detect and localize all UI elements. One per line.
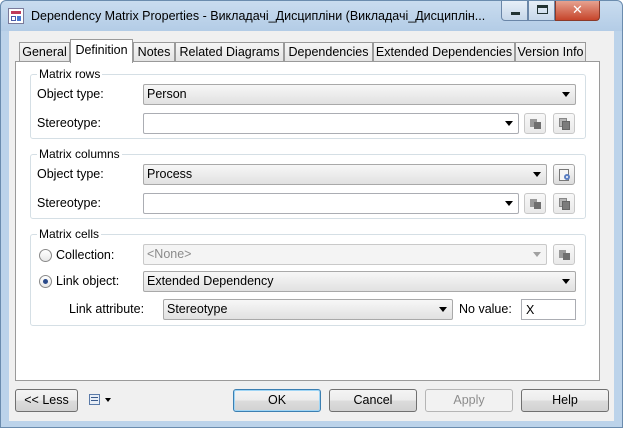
chevron-down-icon — [505, 201, 513, 206]
help-button[interactable]: Help — [521, 389, 609, 412]
tab-definition[interactable]: Definition — [70, 39, 133, 63]
no-value-text: X — [526, 303, 535, 317]
chevron-down-icon — [439, 307, 447, 312]
definition-panel: Matrix rows Object type: Person Stereoty… — [15, 61, 600, 381]
link-attribute-label: Link attribute: — [69, 302, 145, 316]
matrix-rows-title: Matrix rows — [37, 67, 103, 81]
matrix-columns-title: Matrix columns — [37, 147, 122, 161]
window-title: Dependency Matrix Properties - Викладачі… — [31, 9, 486, 23]
chevron-down-icon — [533, 252, 541, 257]
rows-stereotype-label: Stereotype: — [37, 116, 101, 130]
columns-stereotype-properties-button[interactable] — [524, 193, 546, 214]
rows-stereotype-combo[interactable] — [143, 113, 519, 134]
chevron-down-icon — [105, 398, 111, 402]
matrix-cells-title: Matrix cells — [37, 227, 102, 241]
chevron-down-icon — [505, 121, 513, 126]
tab-notes[interactable]: Notes — [133, 42, 175, 62]
matrix-columns-group: Matrix columns Object type: Process Ster… — [30, 147, 586, 219]
columns-object-type-browse-button[interactable] — [553, 164, 575, 185]
link-object-select[interactable]: Extended Dependency — [143, 271, 576, 292]
close-button[interactable]: ✕ — [555, 1, 600, 21]
link-attribute-select[interactable]: Stereotype — [163, 299, 453, 320]
columns-object-type-value: Process — [147, 167, 193, 181]
maximize-icon — [537, 5, 548, 14]
collection-label: Collection: — [56, 248, 115, 262]
tab-related-diagrams[interactable]: Related Diagrams — [175, 42, 284, 62]
dependency-matrix-icon — [8, 8, 24, 24]
minimize-icon — [511, 12, 520, 15]
less-button[interactable]: << Less — [15, 389, 78, 412]
list-icon — [89, 394, 100, 405]
tab-extended-dependencies[interactable]: Extended Dependencies — [373, 42, 515, 62]
no-value-field[interactable]: X — [521, 299, 576, 320]
maximize-button[interactable] — [528, 1, 555, 21]
collection-select[interactable]: <None> — [143, 244, 547, 265]
rows-stereotype-properties-button[interactable] — [524, 113, 546, 134]
dialog-client: General Definition Notes Related Diagram… — [9, 31, 614, 421]
link-object-radio[interactable] — [39, 275, 52, 288]
cancel-button[interactable]: Cancel — [329, 389, 417, 412]
tab-general[interactable]: General — [19, 42, 70, 62]
link-object-value: Extended Dependency — [147, 274, 274, 288]
columns-stereotype-combo[interactable] — [143, 193, 519, 214]
columns-stereotype-copy-button[interactable] — [553, 193, 575, 214]
columns-object-type-label: Object type: — [37, 167, 104, 181]
dialog-window: Dependency Matrix Properties - Викладачі… — [0, 0, 623, 428]
no-value-label: No value: — [459, 302, 512, 316]
list-options-button[interactable] — [85, 389, 115, 411]
rows-object-type-select[interactable]: Person — [143, 84, 576, 105]
tab-dependencies[interactable]: Dependencies — [284, 42, 373, 62]
rows-object-type-value: Person — [147, 87, 187, 101]
columns-stereotype-label: Stereotype: — [37, 196, 101, 210]
tab-version-info[interactable]: Version Info — [515, 42, 586, 62]
close-icon: ✕ — [572, 2, 583, 17]
matrix-rows-group: Matrix rows Object type: Person Stereoty… — [30, 67, 586, 139]
link-attribute-value: Stereotype — [167, 302, 228, 316]
apply-button[interactable]: Apply — [425, 389, 513, 412]
chevron-down-icon — [562, 279, 570, 284]
rows-stereotype-copy-button[interactable] — [553, 113, 575, 134]
minimize-button[interactable] — [501, 1, 528, 21]
ok-button[interactable]: OK — [233, 389, 321, 412]
matrix-cells-group: Matrix cells Collection: <None> Link obj… — [30, 227, 586, 326]
chevron-down-icon — [533, 172, 541, 177]
chevron-down-icon — [562, 92, 570, 97]
title-bar[interactable]: Dependency Matrix Properties - Викладачі… — [1, 1, 622, 31]
collection-value: <None> — [147, 247, 192, 261]
rows-object-type-label: Object type: — [37, 87, 104, 101]
columns-object-type-select[interactable]: Process — [143, 164, 547, 185]
link-object-label: Link object: — [56, 274, 120, 288]
collection-radio[interactable] — [39, 249, 52, 262]
collection-properties-button[interactable] — [553, 244, 575, 265]
